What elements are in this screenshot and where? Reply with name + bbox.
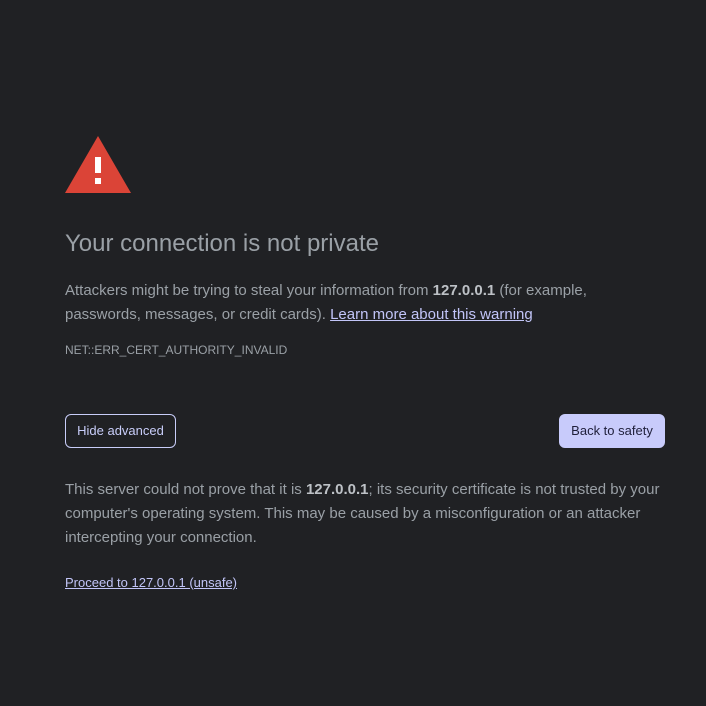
error-code: NET::ERR_CERT_AUTHORITY_INVALID — [65, 343, 288, 357]
interstitial-page: Your connection is not private Attackers… — [0, 0, 706, 706]
hide-advanced-button[interactable]: Hide advanced — [65, 414, 176, 448]
details-message: This server could not prove that it is 1… — [65, 478, 665, 550]
warning-triangle-icon — [65, 136, 131, 193]
page-title: Your connection is not private — [65, 230, 379, 257]
main-message-host: 127.0.0.1 — [432, 282, 496, 299]
main-message: Attackers might be trying to steal your … — [65, 279, 655, 327]
main-message-prefix: Attackers might be trying to steal your … — [65, 282, 433, 299]
proceed-unsafe-link[interactable]: Proceed to 127.0.0.1 (unsafe) — [65, 575, 237, 590]
learn-more-link[interactable]: Learn more about this warning — [330, 306, 533, 323]
back-to-safety-button[interactable]: Back to safety — [559, 414, 665, 448]
details-prefix: This server could not prove that it is — [65, 481, 306, 498]
details-host: 127.0.0.1 — [305, 481, 369, 498]
